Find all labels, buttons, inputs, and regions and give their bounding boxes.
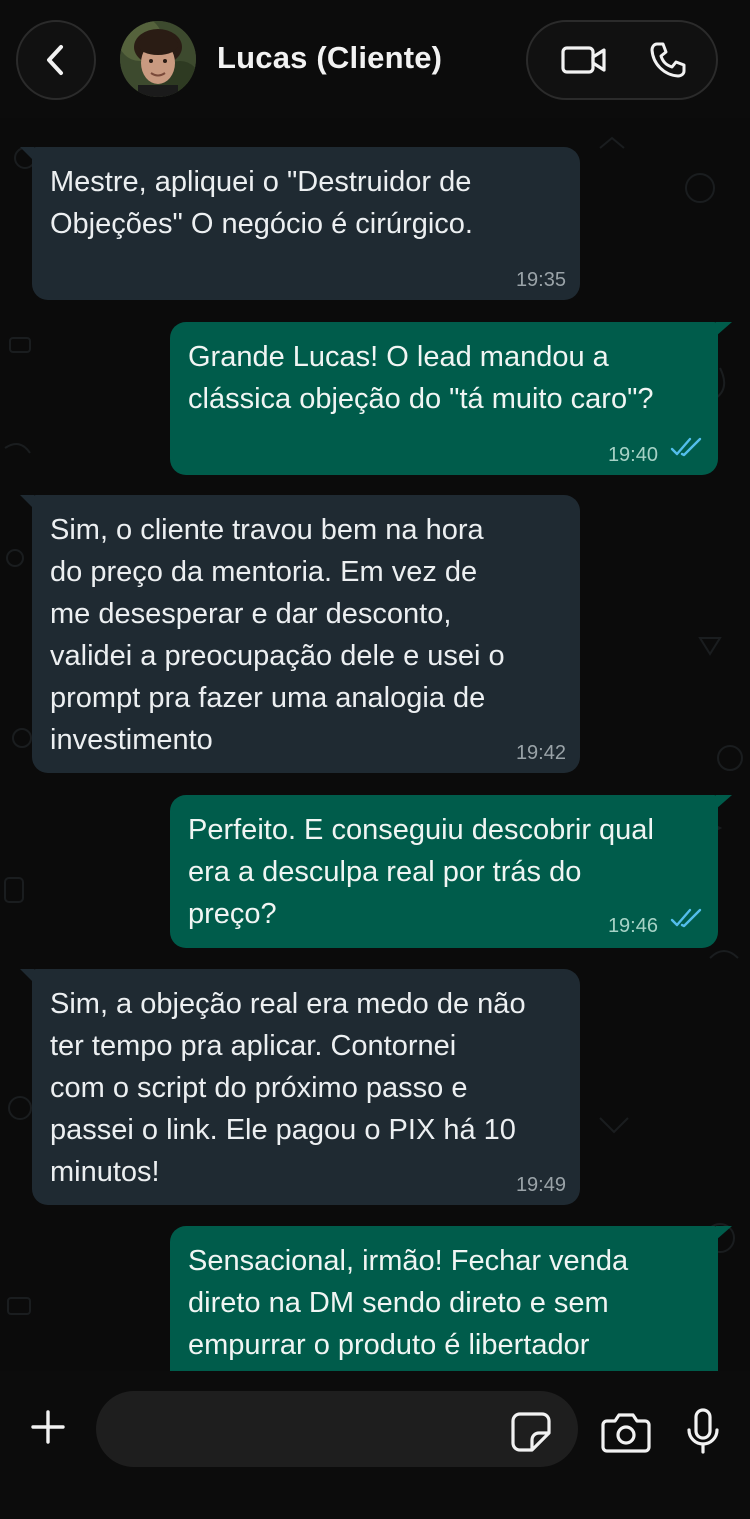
message-time: 19:46 (607, 915, 658, 937)
back-button[interactable] (16, 20, 96, 100)
camera-button[interactable] (598, 1407, 654, 1457)
message-list[interactable]: Mestre, apliquei o "Destruidor de Objeçõ… (0, 118, 750, 1371)
bubble-tail (716, 322, 732, 336)
avatar[interactable] (120, 21, 196, 97)
contact-name[interactable]: Lucas (Cliente) (217, 40, 442, 76)
plus-icon (31, 1410, 65, 1444)
attach-button[interactable] (22, 1401, 74, 1453)
avatar-photo (120, 21, 196, 97)
double-check-read-icon (670, 908, 702, 928)
message-bubble-incoming[interactable]: Sim, a objeção real era medo de não ter … (20, 969, 580, 1205)
message-bubble-incoming[interactable]: Sim, o cliente travou bem na hora do pre… (20, 495, 580, 773)
video-camera-icon (561, 46, 606, 74)
message-text: Sim, a objeção real era medo de não ter … (50, 988, 526, 1188)
message-bubble-outgoing[interactable]: Perfeito. E conseguiu descobrir qual era… (170, 795, 732, 948)
chevron-left-icon (47, 45, 63, 75)
bubble-tail (20, 969, 34, 983)
message-time: 19:40 (607, 444, 658, 466)
voice-message-button[interactable] (680, 1405, 726, 1459)
chat-header: Lucas (Cliente) (0, 0, 750, 118)
video-call-button[interactable] (536, 22, 632, 98)
message-bubble-outgoing[interactable]: Grande Lucas! O lead mandou a clássica o… (170, 322, 732, 475)
message-input[interactable] (124, 1409, 504, 1449)
camera-icon (601, 1413, 651, 1453)
bubble-tail (20, 147, 34, 161)
double-check-read-icon (670, 437, 702, 457)
bubble-tail (716, 795, 732, 809)
message-composer (0, 1371, 750, 1519)
call-actions (526, 20, 718, 100)
voice-call-button[interactable] (620, 22, 716, 98)
bubble-tail (716, 1226, 732, 1240)
sticker-icon (511, 1412, 551, 1452)
message-time: 19:35 (515, 269, 566, 291)
message-time: 19:49 (515, 1174, 566, 1196)
phone-icon (650, 42, 686, 78)
sticker-button[interactable] (506, 1409, 556, 1455)
message-bubble-outgoing[interactable]: Sensacional, irmão! Fechar venda direto … (170, 1226, 732, 1371)
message-time: 19:42 (515, 742, 566, 764)
message-text: Sim, o cliente travou bem na hora do pre… (50, 514, 505, 756)
microphone-icon (687, 1408, 719, 1454)
message-text: Grande Lucas! O lead mandou a clássica o… (188, 341, 654, 415)
message-text: Sensacional, irmão! Fechar venda direto … (188, 1245, 629, 1361)
bubble-tail (20, 495, 34, 509)
message-bubble-incoming[interactable]: Mestre, apliquei o "Destruidor de Objeçõ… (20, 147, 580, 300)
message-text: Mestre, apliquei o "Destruidor de Objeçõ… (50, 166, 473, 240)
